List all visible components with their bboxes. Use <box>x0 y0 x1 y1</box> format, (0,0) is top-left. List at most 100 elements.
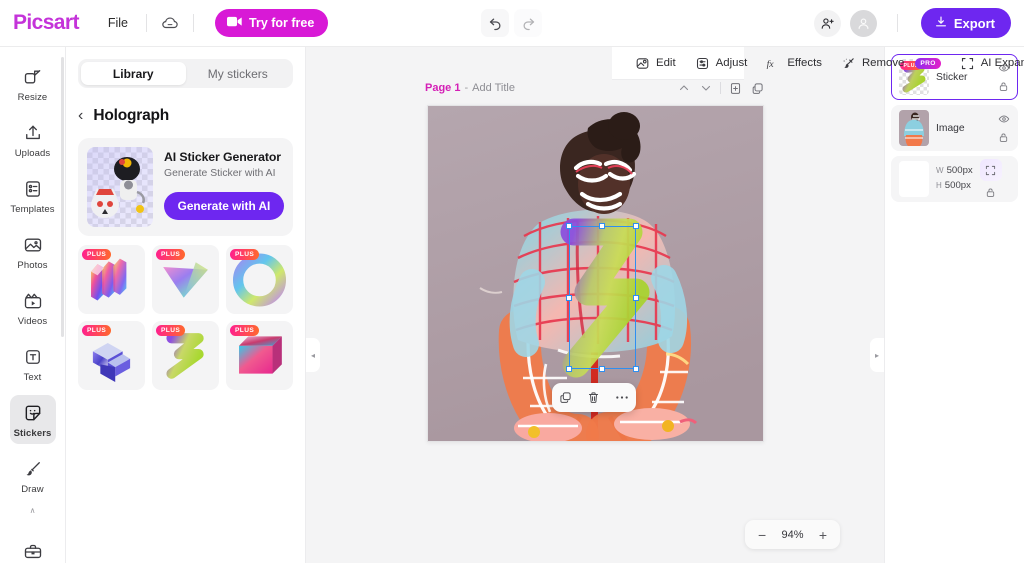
resize-handle-bottom-center[interactable] <box>599 366 605 372</box>
sticker-tile-cube[interactable]: PLUS <box>226 321 293 390</box>
plus-badge: PLUS <box>156 249 186 260</box>
toolbar-label: Effects <box>787 57 822 69</box>
plus-badge: PLUS <box>82 249 112 260</box>
resize-handle-top-right[interactable] <box>632 223 639 229</box>
plus-badge: PLUS <box>230 249 260 260</box>
resize-handle-bottom-left[interactable] <box>565 366 572 372</box>
toolbar-adjust[interactable]: Adjust <box>686 51 757 76</box>
canvas-area: Edit Adjust fx Effects Remove PRO AI Exp… <box>306 47 1024 563</box>
sidebar-item-photos[interactable]: Photos <box>10 227 56 276</box>
category-title: Holograph <box>93 107 170 124</box>
sidebar-item-templates[interactable]: Templates <box>10 171 56 220</box>
sidebar-item-uploads[interactable]: Uploads <box>10 115 56 164</box>
sidebar-item-brand-kits[interactable]: Brand Kits <box>10 534 56 563</box>
page-number[interactable]: Page 1 <box>425 82 460 94</box>
resize-handle-bottom-right[interactable] <box>632 366 639 372</box>
left-rail: Resize Uploads Templates Photos Videos T… <box>0 47 66 563</box>
add-person-icon[interactable] <box>813 9 841 37</box>
toolbar-label: Remove <box>861 57 905 69</box>
generate-with-ai-button[interactable]: Generate with AI <box>164 192 284 220</box>
zoom-in-button[interactable]: + <box>819 528 827 542</box>
resize-handle-top-center[interactable] <box>599 223 605 229</box>
sticker-icon <box>22 402 44 424</box>
undo-button[interactable] <box>481 9 509 37</box>
duplicate-page-icon[interactable] <box>750 81 765 96</box>
chevron-up-icon[interactable] <box>676 81 691 96</box>
background-actions <box>979 159 1002 199</box>
tab-my-stickers[interactable]: My stickers <box>186 62 291 85</box>
resize-handle-middle-right[interactable] <box>632 294 639 301</box>
sidebar-item-videos[interactable]: Videos <box>10 283 56 332</box>
sidebar-label: Uploads <box>14 148 51 159</box>
collapse-left-panel-button[interactable]: ◂ <box>306 338 320 372</box>
sidebar-label: Draw <box>21 484 44 495</box>
more-icon[interactable] <box>614 390 629 405</box>
toolbar-effects[interactable]: fx Effects <box>757 51 831 76</box>
redo-button[interactable] <box>514 9 542 37</box>
sidebar-item-draw[interactable]: Draw <box>10 451 56 500</box>
divider <box>193 14 195 32</box>
category-header: ‹ Holograph <box>78 107 293 125</box>
plus-badge: PLUS <box>82 325 112 336</box>
add-page-icon[interactable] <box>728 81 743 96</box>
sidebar-label: Templates <box>10 204 55 215</box>
photo-icon <box>22 234 44 256</box>
toolbar-edit[interactable]: Edit <box>626 51 685 76</box>
avatar[interactable] <box>849 9 877 37</box>
sidebar-label: Photos <box>17 260 48 271</box>
background-thumbnail <box>899 161 929 197</box>
stickers-panel: Library My stickers ‹ Holograph AI Stick… <box>66 47 306 563</box>
resize-corners-icon[interactable] <box>979 159 1002 181</box>
zoom-control: − 94% + <box>745 520 840 549</box>
sticker-tile-zigzag[interactable]: PLUS <box>152 321 219 390</box>
back-chevron-icon[interactable]: ‹ <box>78 108 83 124</box>
rail-collapse-chevron[interactable]: ∧ <box>30 507 36 515</box>
ai-card-info: AI Sticker Generator Generate Sticker wi… <box>164 147 284 227</box>
height-key: H <box>936 181 942 190</box>
toolbar-ai-expand[interactable]: AI Expand AI <box>951 51 1024 76</box>
sticker-tile-slabs[interactable]: PLUS <box>78 245 145 314</box>
page-title-input[interactable]: Add Title <box>472 82 515 94</box>
chevron-down-icon[interactable] <box>698 81 713 96</box>
layer-item-background[interactable]: W 500px H 500px <box>891 156 1018 202</box>
picsart-editor: Picsart File Try for free Export Resize … <box>0 0 1024 563</box>
eye-icon[interactable] <box>997 113 1010 126</box>
sidebar-item-resize[interactable]: Resize <box>10 59 56 108</box>
lock-icon[interactable] <box>997 80 1010 93</box>
export-button[interactable]: Export <box>920 8 1011 38</box>
tab-library[interactable]: Library <box>81 62 186 85</box>
resize-handle-middle-left[interactable] <box>565 294 572 301</box>
toolbar-label: AI Expand <box>980 57 1024 69</box>
undo-redo-group <box>481 9 542 37</box>
upload-icon <box>22 122 44 144</box>
resize-handle-top-left[interactable] <box>565 223 572 229</box>
ai-sticker-generator-card: AI Sticker Generator Generate Sticker wi… <box>78 138 293 236</box>
lock-icon[interactable] <box>984 186 997 199</box>
toolbar-label: Edit <box>656 57 676 69</box>
templates-icon <box>22 178 44 200</box>
sticker-tile-blocks[interactable]: PLUS <box>78 321 145 390</box>
sticker-tile-pyramid[interactable]: PLUS <box>152 245 219 314</box>
sidebar-item-text[interactable]: Text <box>10 339 56 388</box>
selection-bounding-box[interactable] <box>565 223 639 372</box>
file-menu[interactable]: File <box>101 11 135 35</box>
layer-item-image[interactable]: Image <box>891 105 1018 151</box>
delete-icon[interactable] <box>586 390 601 405</box>
ai-card-subtitle: Generate Sticker with AI <box>164 168 276 179</box>
collapse-right-panel-button[interactable]: ▸ <box>870 338 884 372</box>
sticker-tile-torus[interactable]: PLUS <box>226 245 293 314</box>
duplicate-icon[interactable] <box>558 390 573 405</box>
try-for-free-button[interactable]: Try for free <box>215 9 329 37</box>
picsart-logo[interactable]: Picsart <box>13 11 79 35</box>
zoom-out-button[interactable]: − <box>758 528 766 542</box>
effects-icon: fx <box>766 56 781 71</box>
video-camera-icon <box>227 16 242 30</box>
rail-scrollbar[interactable] <box>61 57 64 337</box>
layer-name: Image <box>936 122 965 134</box>
cloud-icon[interactable] <box>158 11 182 35</box>
briefcase-icon <box>22 541 44 563</box>
lock-icon[interactable] <box>997 131 1010 144</box>
toolbar-remove[interactable]: Remove PRO <box>832 51 950 76</box>
sidebar-item-stickers[interactable]: Stickers <box>9 395 56 444</box>
canvas[interactable] <box>426 105 764 442</box>
